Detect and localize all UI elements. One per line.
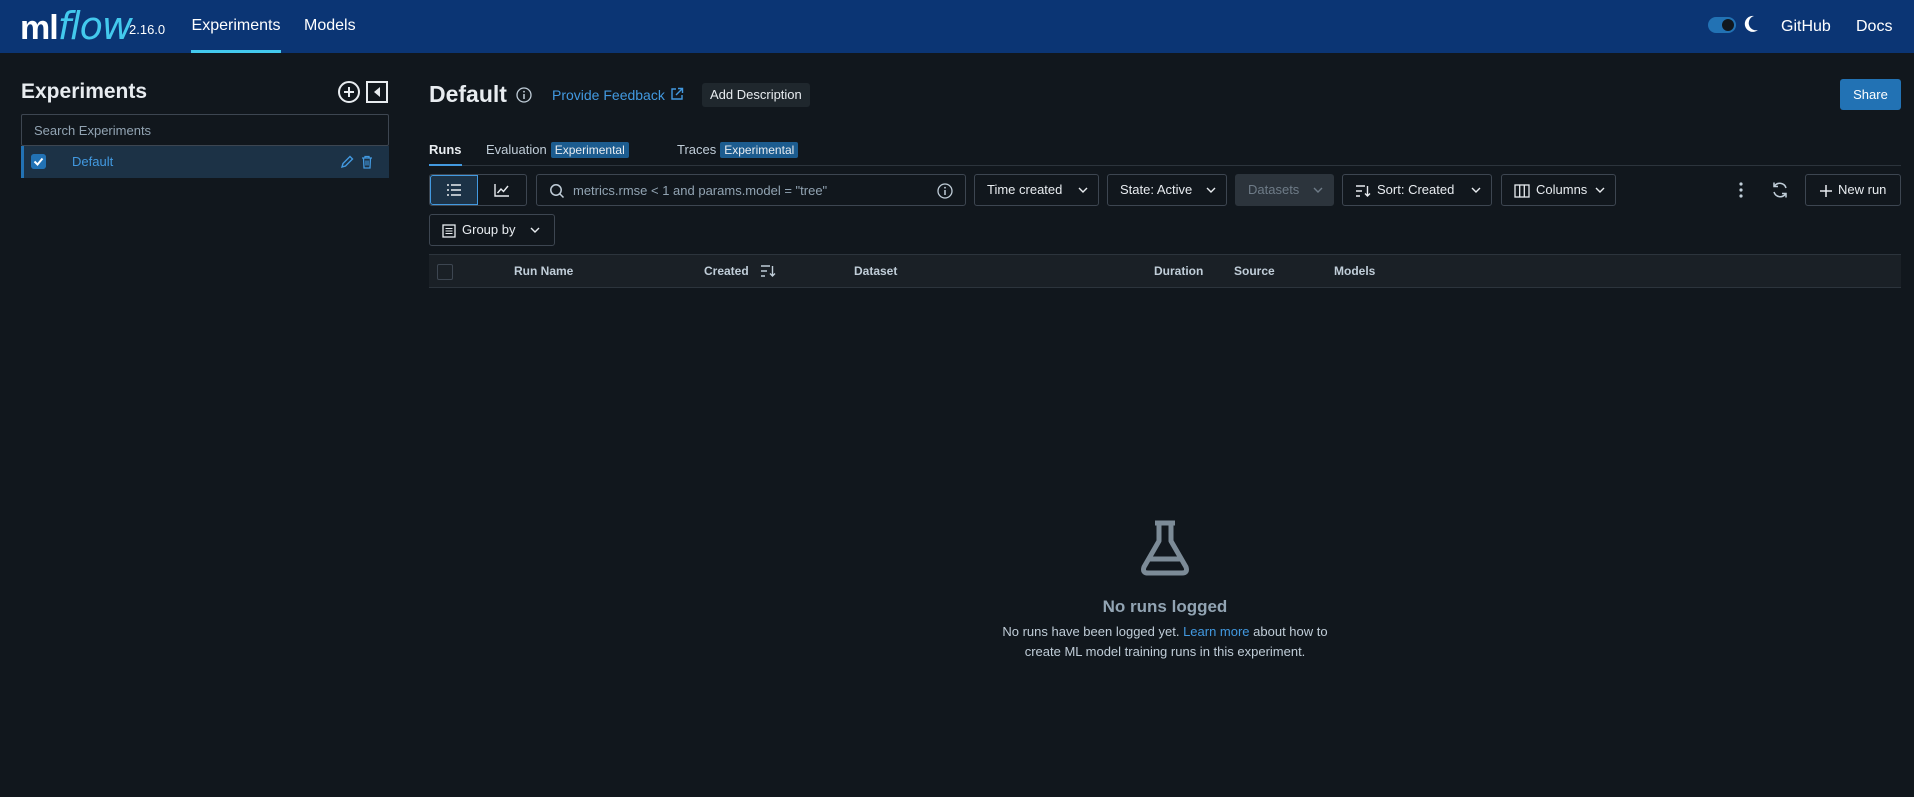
github-link[interactable]: GitHub xyxy=(1781,0,1831,53)
group-by-dropdown[interactable]: Group by xyxy=(429,214,555,246)
experiment-list-item[interactable]: Default xyxy=(21,146,389,178)
chevron-down-icon xyxy=(530,227,540,233)
state-dropdown[interactable]: State: Active xyxy=(1107,174,1227,206)
trash-icon[interactable] xyxy=(361,155,373,169)
datasets-dropdown[interactable]: Datasets xyxy=(1235,174,1334,206)
experimental-badge: Experimental xyxy=(720,142,799,158)
logo-ml-text: ml xyxy=(20,9,59,47)
version-label: 2.16.0 xyxy=(129,22,166,37)
tab-traces[interactable]: Traces Experimental xyxy=(677,142,799,166)
pencil-icon[interactable] xyxy=(340,155,354,169)
run-filter-input[interactable] xyxy=(573,175,923,205)
chevron-down-icon xyxy=(1313,187,1323,193)
tab-traces-label: Traces xyxy=(677,142,717,157)
table-view-button[interactable] xyxy=(430,175,478,205)
time-created-label: Time created xyxy=(987,182,1063,197)
info-icon[interactable] xyxy=(937,183,953,199)
columns-icon xyxy=(1514,184,1530,198)
beaker-icon xyxy=(1141,520,1189,576)
experiment-checkbox[interactable] xyxy=(31,154,46,169)
column-dataset[interactable]: Dataset xyxy=(854,264,897,278)
provide-feedback-link[interactable]: Provide Feedback xyxy=(552,87,665,103)
search-experiments-box xyxy=(21,114,389,146)
external-link-icon xyxy=(671,87,684,100)
column-run-name[interactable]: Run Name xyxy=(514,264,573,278)
list-icon xyxy=(447,184,461,196)
mlflow-logo[interactable]: ml flow xyxy=(20,4,133,48)
columns-dropdown[interactable]: Columns xyxy=(1501,174,1616,206)
learn-more-link[interactable]: Learn more xyxy=(1183,624,1249,639)
chart-view-button[interactable] xyxy=(478,175,526,205)
experimental-badge: Experimental xyxy=(550,142,629,158)
experiment-title: Default xyxy=(429,81,507,107)
chart-icon xyxy=(494,184,509,197)
state-label: State: Active xyxy=(1120,182,1193,197)
sort-icon xyxy=(1356,185,1371,197)
info-icon[interactable] xyxy=(516,87,532,103)
new-run-button[interactable]: New run xyxy=(1805,174,1901,206)
tabs-divider xyxy=(429,165,1901,166)
tab-runs[interactable]: Runs xyxy=(429,142,462,166)
column-created[interactable]: Created xyxy=(704,264,749,278)
share-button[interactable]: Share xyxy=(1840,79,1901,110)
tab-evaluation-label: Evaluation xyxy=(486,142,547,157)
column-models[interactable]: Models xyxy=(1334,264,1375,278)
toggle-knob xyxy=(1722,19,1734,31)
empty-state-description: No runs have been logged yet. Learn more… xyxy=(990,622,1340,662)
top-navbar: ml flow 2.16.0 Experiments Models GitHub … xyxy=(0,0,1914,53)
tab-runs-label: Runs xyxy=(429,142,462,157)
collapse-sidebar-icon[interactable] xyxy=(365,80,389,104)
logo-flow-text: flow xyxy=(57,4,133,48)
time-created-dropdown[interactable]: Time created xyxy=(974,174,1099,206)
nav-experiments[interactable]: Experiments xyxy=(191,0,281,53)
column-source[interactable]: Source xyxy=(1234,264,1275,278)
run-filter-box xyxy=(536,174,966,206)
sidebar-title: Experiments xyxy=(21,80,148,103)
moon-icon xyxy=(1744,15,1758,32)
group-icon xyxy=(442,224,456,238)
experiment-name[interactable]: Default xyxy=(72,154,113,169)
group-by-label: Group by xyxy=(462,222,516,237)
tab-evaluation[interactable]: Evaluation Experimental xyxy=(486,142,629,166)
chevron-down-icon xyxy=(1078,187,1088,193)
empty-text-before: No runs have been logged yet. xyxy=(1002,624,1184,639)
search-icon xyxy=(550,184,565,199)
refresh-icon[interactable] xyxy=(1771,181,1789,199)
create-experiment-icon[interactable] xyxy=(337,80,361,104)
sort-dropdown[interactable]: Sort: Created xyxy=(1342,174,1492,206)
sort-label: Sort: Created xyxy=(1377,182,1455,197)
select-all-checkbox[interactable] xyxy=(437,264,453,280)
docs-link[interactable]: Docs xyxy=(1856,0,1892,53)
dark-mode-toggle[interactable] xyxy=(1708,17,1736,33)
plus-icon xyxy=(1820,185,1832,197)
search-experiments-input[interactable] xyxy=(22,115,388,145)
chevron-down-icon xyxy=(1595,187,1605,193)
add-description-button[interactable]: Add Description xyxy=(702,83,810,107)
chevron-down-icon xyxy=(1471,187,1481,193)
new-run-label: New run xyxy=(1838,182,1887,197)
nav-models[interactable]: Models xyxy=(304,0,356,53)
datasets-label: Datasets xyxy=(1248,182,1300,197)
empty-state-title: No runs logged xyxy=(1102,597,1228,616)
chevron-down-icon xyxy=(1206,187,1216,193)
column-duration[interactable]: Duration xyxy=(1154,264,1203,278)
sort-descending-icon[interactable] xyxy=(760,264,776,278)
columns-label: Columns xyxy=(1536,182,1588,197)
runs-table-header: Run Name Created Dataset Duration Source… xyxy=(429,254,1901,288)
view-mode-toggle xyxy=(429,174,527,206)
more-options-icon[interactable] xyxy=(1733,180,1749,200)
